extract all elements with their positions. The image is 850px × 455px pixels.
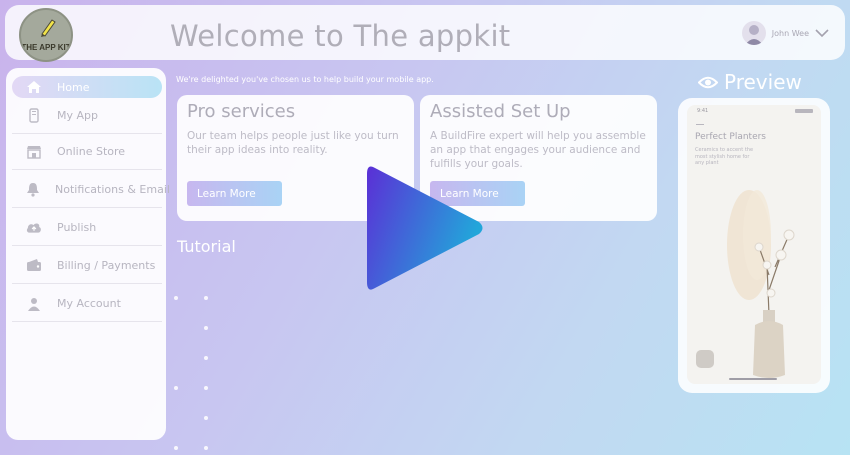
- store-icon: [26, 145, 42, 159]
- intro-text: We're delighted you've chosen us to help…: [176, 75, 434, 84]
- decor-dot: [204, 416, 208, 420]
- battery-icon: [795, 109, 813, 113]
- card-title: Pro services: [187, 101, 296, 122]
- decor-dot: [204, 356, 208, 360]
- phone-app-title: Perfect Planters: [695, 132, 766, 142]
- chevron-down-icon[interactable]: [815, 28, 829, 38]
- cloud-upload-icon: [26, 221, 42, 234]
- sidebar-item-label: Online Store: [57, 145, 126, 158]
- sidebar-item-online-store[interactable]: Online Store: [12, 134, 162, 170]
- vase-image: [727, 190, 795, 378]
- sidebar-item-my-app[interactable]: My App: [12, 98, 162, 134]
- phone-screen: 9:41 Perfect Planters Ceramics to accent…: [687, 105, 821, 384]
- sidebar-item-home[interactable]: Home: [12, 76, 162, 98]
- sidebar: Home My App Online Store Notifications &…: [6, 68, 170, 440]
- sidebar-item-publish[interactable]: Publish: [12, 210, 162, 246]
- phone-app-subtitle: Ceramics to accent the most stylish home…: [695, 147, 754, 166]
- phone-cart-button: [696, 350, 714, 368]
- play-icon[interactable]: [365, 160, 487, 296]
- card-title: Assisted Set Up: [430, 101, 571, 122]
- user-icon: [26, 297, 42, 311]
- home-icon: [26, 80, 42, 94]
- pencil-icon: [41, 19, 56, 37]
- decor-dot: [174, 296, 178, 300]
- page-title: Welcome to The appkit: [170, 19, 511, 53]
- decor-dot: [204, 386, 208, 390]
- decor-dot: [204, 446, 208, 450]
- sidebar-item-label: Billing / Payments: [57, 259, 156, 272]
- avatar: [741, 21, 766, 45]
- learn-more-button[interactable]: Learn More: [187, 181, 282, 206]
- logo-text: THE APP KIT: [21, 43, 71, 52]
- user-name: John Wee: [771, 28, 809, 38]
- menu-icon: [696, 124, 704, 125]
- card-description: Our team helps people just like you turn…: [187, 130, 399, 156]
- preview-heading: Preview: [698, 70, 802, 94]
- sidebar-item-billing[interactable]: Billing / Payments: [12, 248, 162, 284]
- tutorial-heading: Tutorial: [177, 237, 236, 256]
- header-bar: THE APP KIT Welcome to The appkit John W…: [5, 5, 845, 62]
- sidebar-item-label: Publish: [57, 221, 97, 234]
- phone-icon: [26, 108, 42, 123]
- wallet-icon: [26, 259, 42, 272]
- sidebar-item-label: My Account: [57, 297, 121, 310]
- eye-icon: [698, 76, 718, 88]
- home-indicator: [729, 378, 777, 380]
- sidebar-item-label: Home: [57, 80, 90, 94]
- sidebar-item-my-account[interactable]: My Account: [12, 286, 162, 322]
- decor-dot: [204, 296, 208, 300]
- decor-dot: [204, 326, 208, 330]
- user-menu[interactable]: John Wee: [741, 21, 829, 45]
- sidebar-item-label: Notifications & Email: [55, 183, 170, 196]
- decor-dot: [174, 386, 178, 390]
- phone-time: 9:41: [697, 108, 709, 114]
- preview-label: Preview: [724, 70, 802, 94]
- bell-icon: [26, 182, 40, 197]
- decor-dot: [174, 446, 178, 450]
- sidebar-item-notifications[interactable]: Notifications & Email: [12, 172, 170, 208]
- phone-preview: 9:41 Perfect Planters Ceramics to accent…: [678, 98, 830, 393]
- sidebar-item-label: My App: [57, 109, 98, 122]
- app-logo[interactable]: THE APP KIT: [19, 8, 73, 62]
